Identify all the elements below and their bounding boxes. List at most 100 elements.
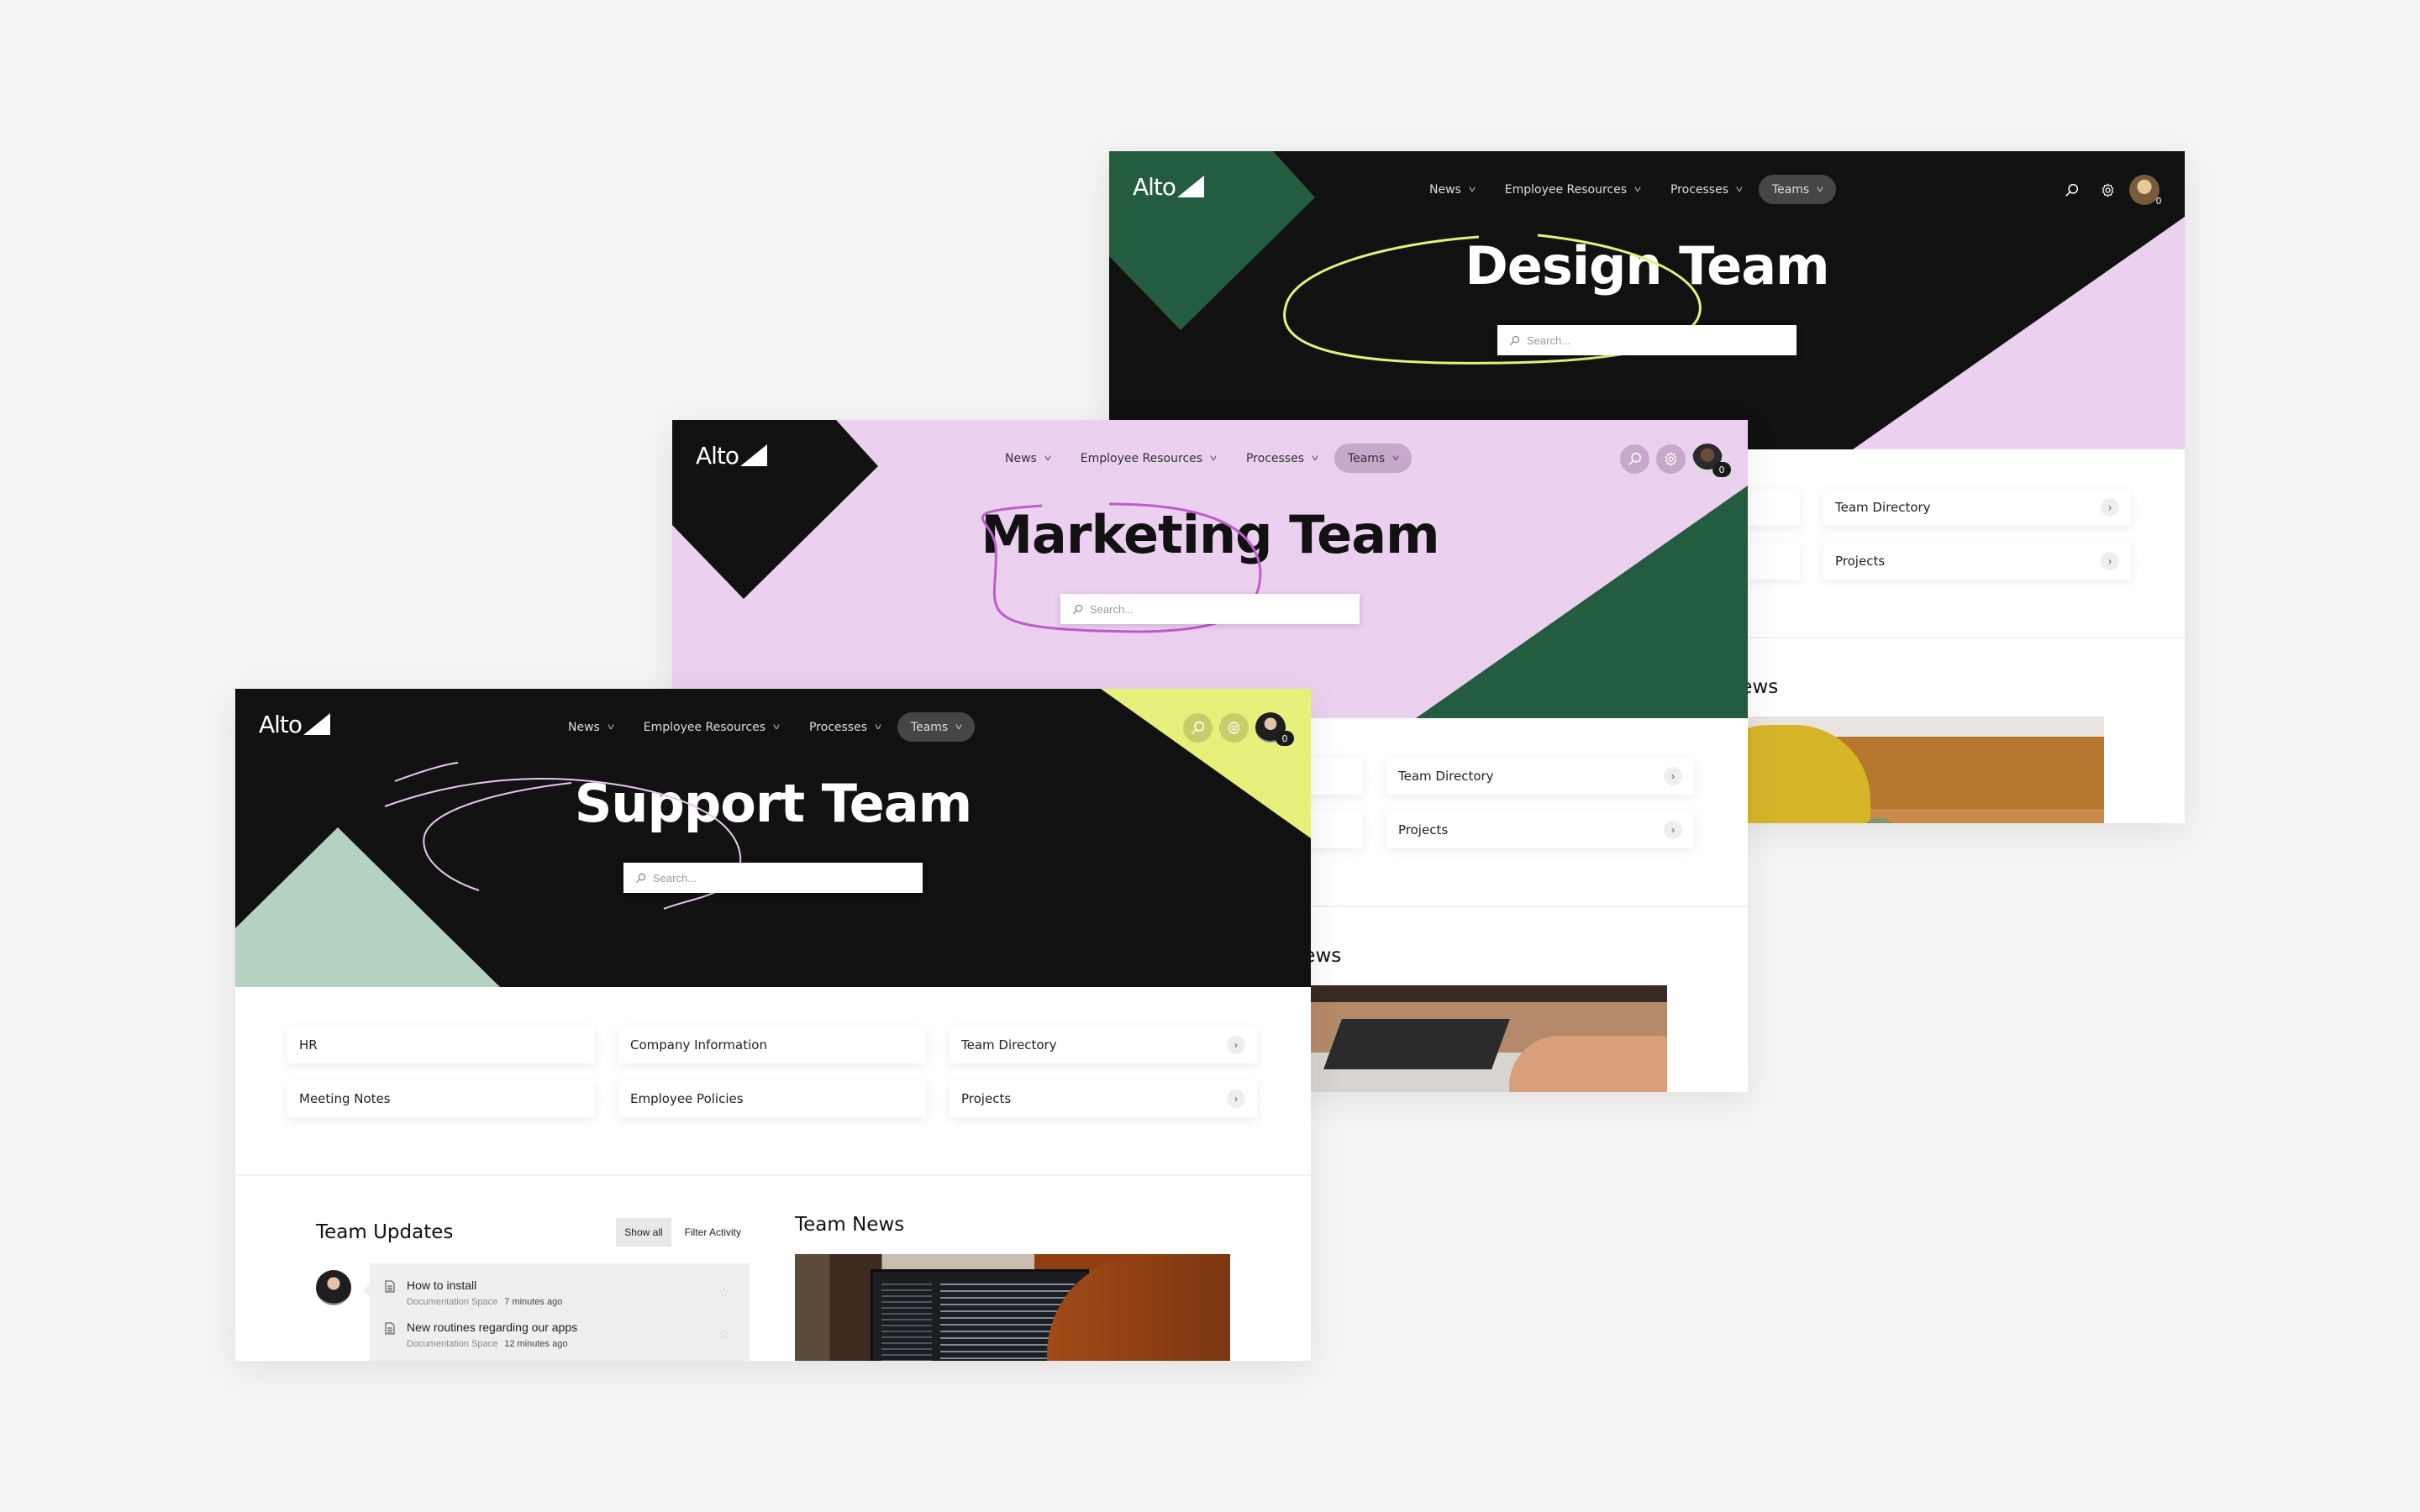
update-space[interactable]: Documentation Space bbox=[407, 1297, 497, 1307]
user-avatar[interactable]: 0 bbox=[1255, 712, 1294, 746]
list-item: New routines regarding our apps Document… bbox=[385, 1320, 729, 1349]
update-time: 12 minutes ago bbox=[504, 1339, 568, 1349]
quick-link-projects[interactable]: Projects › bbox=[1823, 543, 2131, 580]
quick-link-projects[interactable]: Projects › bbox=[1386, 811, 1694, 848]
quick-link-meeting-notes[interactable]: Meeting Notes bbox=[287, 1080, 595, 1117]
nav-news[interactable]: News v bbox=[1416, 175, 1488, 204]
nav-teams[interactable]: Teams v bbox=[1334, 444, 1413, 473]
search-input[interactable] bbox=[1527, 333, 1779, 347]
search-button[interactable] bbox=[1183, 712, 1213, 743]
link-label: Team Directory bbox=[961, 1037, 1057, 1053]
support-team-page: Alto News v Employee Resources v Processes… bbox=[235, 689, 1311, 1361]
section-divider bbox=[235, 1174, 1311, 1176]
quick-link-company-information[interactable]: Company Information bbox=[618, 1026, 926, 1063]
gear-icon bbox=[2102, 182, 2114, 197]
turntable-arm-shape bbox=[1323, 1019, 1510, 1069]
quick-link-team-directory[interactable]: Team Directory › bbox=[1823, 489, 2131, 526]
main-menu: News v Employee Resources v Processes v Tea… bbox=[555, 712, 976, 742]
link-label: HR bbox=[299, 1037, 318, 1053]
section-title: Team News bbox=[795, 1214, 905, 1236]
link-label: Team Directory bbox=[1398, 769, 1494, 784]
news-image[interactable] bbox=[795, 1254, 1230, 1361]
team-news-section: Team News bbox=[795, 1214, 1230, 1361]
chevron-down-icon: v bbox=[1634, 185, 1642, 194]
updates-header: Team Updates Show all Filter Activity bbox=[316, 1218, 750, 1247]
logo-triangle-icon bbox=[1177, 176, 1205, 197]
search-icon bbox=[635, 873, 646, 883]
nav-label: Teams bbox=[910, 720, 949, 734]
nav-processes[interactable]: Processes v bbox=[1233, 444, 1331, 473]
activity-filters: Show all Filter Activity bbox=[616, 1218, 750, 1247]
nav-label: Processes bbox=[808, 720, 867, 734]
header-actions: 0 bbox=[1183, 712, 1294, 746]
document-icon bbox=[385, 1322, 395, 1335]
nav-news[interactable]: News v bbox=[992, 444, 1064, 473]
hero-banner: Alto News v Employee Resources v Processes… bbox=[672, 420, 1748, 718]
quick-link-projects[interactable]: Projects › bbox=[950, 1080, 1257, 1117]
link-label: Company Information bbox=[630, 1037, 767, 1053]
gear-icon bbox=[1228, 720, 1240, 735]
main-menu: News v Employee Resources v Processes v Tea… bbox=[992, 444, 1413, 473]
nav-teams[interactable]: Teams v bbox=[1758, 175, 1837, 204]
search-button[interactable] bbox=[2057, 176, 2086, 205]
notification-badge: 0 bbox=[1712, 462, 1731, 477]
hero-banner: Alto News v Employee Resources v Processes… bbox=[1109, 151, 2185, 449]
hero-banner: Alto News v Employee Resources v Processes… bbox=[235, 689, 1311, 987]
user-avatar[interactable]: 0 bbox=[1692, 444, 1731, 477]
nav-employee-resources[interactable]: Employee Resources v bbox=[1491, 175, 1654, 204]
user-avatar[interactable]: 0 bbox=[2129, 175, 2162, 207]
page-title: Marketing Team bbox=[981, 504, 1439, 565]
chevron-right-icon: › bbox=[1664, 821, 1682, 839]
link-label: Team Directory bbox=[1835, 500, 1931, 515]
alto-logo[interactable]: Alto bbox=[696, 444, 768, 469]
top-navigation: Alto News v Employee Resources v Processes… bbox=[235, 689, 1311, 763]
settings-button[interactable] bbox=[1656, 444, 1686, 474]
show-all-button[interactable]: Show all bbox=[616, 1218, 671, 1247]
search-icon bbox=[1192, 721, 1205, 734]
search-input[interactable] bbox=[1090, 602, 1342, 616]
update-title-link[interactable]: How to install bbox=[407, 1278, 562, 1292]
nav-employee-resources[interactable]: Employee Resources v bbox=[1067, 444, 1229, 473]
notification-badge: 0 bbox=[2155, 195, 2162, 207]
chevron-down-icon: v bbox=[1209, 454, 1218, 463]
settings-button[interactable] bbox=[2093, 176, 2123, 205]
search-icon bbox=[1509, 335, 1520, 345]
nav-label: Employee Resources bbox=[1504, 182, 1628, 197]
search-input[interactable] bbox=[653, 871, 905, 885]
quick-link-hr[interactable]: HR bbox=[287, 1026, 595, 1063]
star-icon[interactable]: ☆ bbox=[718, 1285, 729, 1299]
top-navigation: Alto News v Employee Resources v Processes… bbox=[1109, 151, 2185, 225]
filter-activity-button[interactable]: Filter Activity bbox=[676, 1218, 750, 1247]
team-updates-section: Team Updates Show all Filter Activity Ho… bbox=[316, 1218, 750, 1361]
update-space[interactable]: Documentation Space bbox=[407, 1339, 497, 1349]
header-actions: 0 bbox=[2057, 175, 2162, 207]
alto-logo[interactable]: Alto bbox=[1133, 175, 1205, 200]
feed-items-box: How to install Documentation Space 7 minu… bbox=[363, 1263, 750, 1361]
search-field[interactable] bbox=[1060, 594, 1360, 624]
chevron-right-icon: › bbox=[1664, 767, 1682, 785]
quick-link-team-directory[interactable]: Team Directory › bbox=[950, 1026, 1257, 1063]
quick-links: HR Company Information Team Directory › M… bbox=[287, 1026, 1257, 1117]
star-icon[interactable]: ☆ bbox=[718, 1327, 729, 1341]
chevron-down-icon: v bbox=[1392, 454, 1400, 463]
search-field[interactable] bbox=[623, 863, 923, 893]
nav-news[interactable]: News v bbox=[555, 712, 627, 742]
quick-link-team-directory[interactable]: Team Directory › bbox=[1386, 758, 1694, 795]
search-button[interactable] bbox=[1620, 444, 1649, 474]
update-title-link[interactable]: New routines regarding our apps bbox=[407, 1320, 577, 1334]
avatar[interactable] bbox=[316, 1270, 351, 1305]
nav-processes[interactable]: Processes v bbox=[1657, 175, 1755, 204]
nav-employee-resources[interactable]: Employee Resources v bbox=[630, 712, 792, 742]
nav-processes[interactable]: Processes v bbox=[796, 712, 894, 742]
settings-button[interactable] bbox=[1219, 712, 1249, 743]
quick-link-employee-policies[interactable]: Employee Policies bbox=[618, 1080, 926, 1117]
search-icon bbox=[1072, 604, 1083, 614]
page-title: Design Team bbox=[1465, 235, 1829, 297]
chevron-down-icon: v bbox=[607, 722, 614, 732]
alto-logo[interactable]: Alto bbox=[259, 712, 331, 738]
main-menu: News v Employee Resources v Processes v Tea… bbox=[1416, 175, 1837, 204]
nav-label: News bbox=[1429, 182, 1461, 197]
search-field[interactable] bbox=[1497, 325, 1797, 355]
link-label: Projects bbox=[1398, 822, 1449, 837]
nav-teams[interactable]: Teams v bbox=[897, 712, 976, 742]
